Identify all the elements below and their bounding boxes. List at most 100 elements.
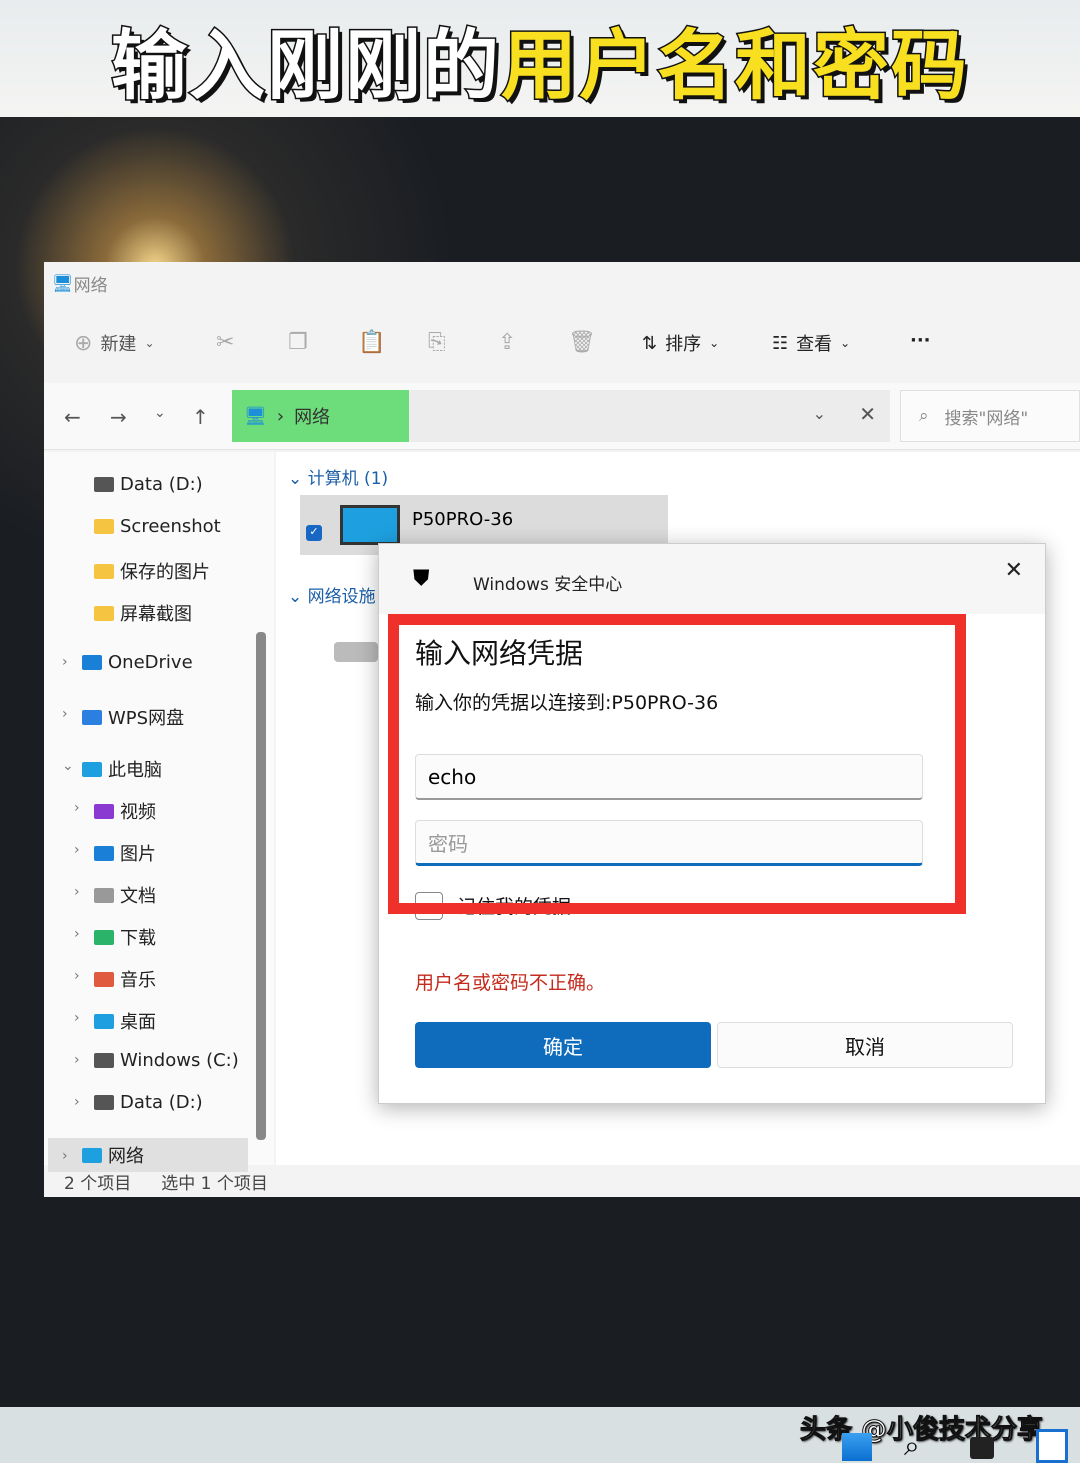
folder-icon — [82, 761, 102, 777]
address-row: ← → ⌄ ↑ 🖥 › 网络 ⌄ ✕ ⌕ 搜索"网络" — [44, 383, 1080, 450]
cut-icon[interactable]: ✂ — [216, 330, 234, 355]
folder-icon — [94, 605, 114, 621]
sidebar-item[interactable]: WPS网盘 — [82, 704, 184, 730]
sidebar-item[interactable]: Data (D:) — [94, 474, 203, 495]
sidebar-item[interactable]: 此电脑 — [82, 756, 162, 782]
back-icon[interactable]: ← — [64, 405, 81, 429]
task-view-icon[interactable] — [970, 1437, 994, 1459]
cancel-button[interactable]: 取消 — [717, 1022, 1013, 1068]
start-icon[interactable] — [842, 1433, 872, 1461]
sidebar-item[interactable]: 屏幕截图 — [94, 600, 192, 626]
watermark: 头条 @小俊技术分享 — [799, 1415, 1044, 1446]
view-icon: ☷ — [772, 332, 789, 354]
folder-icon — [94, 803, 114, 819]
new-button[interactable]: ⊕ 新建 ⌄ — [74, 330, 155, 356]
sidebar-item-label: Data (D:) — [120, 474, 203, 495]
share-icon[interactable]: ⇪ — [498, 330, 516, 355]
sidebar-item-label: Data (D:) — [120, 1092, 203, 1113]
copy-icon[interactable]: ❐ — [288, 330, 308, 355]
folder-icon — [94, 1053, 114, 1068]
sidebar-item-label: 下载 — [120, 928, 156, 949]
credentials-dialog: ⛊ Windows 安全中心 ✕ 输入网络凭据 输入你的凭据以连接到:P50PR… — [378, 543, 1046, 1104]
folder-icon — [94, 477, 114, 492]
password-field[interactable]: 密码 — [415, 820, 923, 866]
remember-checkbox[interactable] — [415, 892, 443, 920]
sidebar-item-label: 桌面 — [120, 1012, 156, 1033]
sidebar-item[interactable]: Windows (C:) — [94, 1050, 239, 1071]
ok-button[interactable]: 确定 — [415, 1022, 711, 1068]
address-bar[interactable]: 🖥 › 网络 ⌄ ✕ — [232, 390, 890, 442]
sidebar-item[interactable]: 保存的图片 — [94, 558, 210, 584]
title-bar: 🖥 网络 — [52, 273, 108, 297]
sidebar-item[interactable]: 音乐 — [94, 966, 156, 992]
expand-chevron-icon[interactable]: › — [62, 654, 68, 670]
sidebar-item-label: WPS网盘 — [108, 708, 185, 729]
recent-chevron-icon[interactable]: ⌄ — [154, 405, 166, 421]
forward-icon[interactable]: → — [110, 405, 127, 429]
widgets-icon[interactable] — [1036, 1429, 1068, 1463]
sidebar-item-label: 此电脑 — [108, 760, 162, 781]
paste-icon[interactable]: 📋 — [358, 330, 385, 355]
dialog-subtitle: 输入你的凭据以连接到:P50PRO-36 — [415, 692, 719, 714]
rename-icon[interactable]: ⎘ — [428, 330, 446, 355]
title-banner: 输入刚刚的 用户名和密码 — [0, 0, 1080, 117]
expand-chevron-icon[interactable]: › — [74, 1052, 80, 1068]
sidebar-item-label: 屏幕截图 — [120, 604, 192, 625]
network-icon: 🖥 — [52, 273, 74, 294]
expand-chevron-icon[interactable]: › — [74, 884, 80, 900]
sidebar-item[interactable]: 视频 — [94, 798, 156, 824]
expand-chevron-icon[interactable]: › — [74, 800, 80, 816]
expand-chevron-icon[interactable]: › — [74, 1094, 80, 1110]
search-icon[interactable]: ⌕ — [904, 1429, 920, 1463]
taskbar: 头条 @小俊技术分享 ⌕ — [0, 1407, 1080, 1463]
chevron-down-icon[interactable]: ⌄ — [813, 404, 826, 423]
expand-chevron-icon[interactable]: › — [74, 968, 80, 984]
folder-icon — [94, 1095, 114, 1110]
sidebar-item[interactable]: Data (D:) — [94, 1092, 203, 1113]
close-icon[interactable]: ✕ — [859, 402, 876, 426]
error-message: 用户名或密码不正确。 — [415, 972, 606, 994]
sidebar-item-label: OneDrive — [108, 652, 193, 673]
expand-chevron-icon[interactable]: › — [74, 1010, 80, 1026]
sidebar-item-label: 视频 — [120, 802, 156, 823]
folder-icon — [94, 971, 114, 987]
search-input[interactable]: ⌕ 搜索"网络" — [900, 390, 1080, 442]
sort-icon: ⇅ — [642, 332, 658, 354]
sidebar-item[interactable]: 图片 — [94, 840, 156, 866]
folder-icon — [82, 655, 102, 670]
view-button[interactable]: ☷ 查看 ⌄ — [772, 330, 850, 356]
status-bar: 2 个项目 选中 1 个项目 — [64, 1173, 268, 1194]
computer-icon — [340, 505, 400, 545]
dialog-heading: 输入网络凭据 — [415, 637, 584, 670]
sidebar-item[interactable]: 桌面 — [94, 1008, 156, 1034]
folder-icon — [82, 709, 102, 725]
shield-icon: ⛊ — [413, 566, 430, 591]
sort-button[interactable]: ⇅ 排序 ⌄ — [642, 330, 719, 356]
more-button[interactable]: ··· — [910, 330, 931, 351]
folder-icon — [94, 563, 114, 579]
expand-chevron-icon[interactable]: ⌄ — [62, 758, 74, 774]
folder-icon — [94, 887, 114, 903]
router-icon[interactable] — [334, 642, 378, 662]
sidebar-item[interactable]: 下载 — [94, 924, 156, 950]
group-header-network-infra[interactable]: ⌄ 网络设施 — [288, 582, 376, 607]
username-field[interactable]: echo — [415, 754, 923, 800]
sidebar-item[interactable]: 文档 — [94, 882, 156, 908]
expand-chevron-icon[interactable]: › — [74, 926, 80, 942]
up-icon[interactable]: ↑ — [192, 405, 209, 429]
expand-chevron-icon[interactable]: › — [74, 842, 80, 858]
sidebar-item-label: Screenshot — [120, 516, 221, 537]
remember-label: 记住我的凭据 — [457, 896, 572, 918]
close-icon[interactable]: ✕ — [1005, 558, 1023, 583]
network-icon: 🖥 — [244, 405, 267, 427]
expand-chevron-icon[interactable]: › — [62, 1148, 68, 1164]
group-header-computer[interactable]: ⌄ 计算机 (1) — [288, 464, 388, 489]
sidebar-item[interactable]: OneDrive — [82, 652, 193, 673]
folder-icon — [94, 1013, 114, 1029]
scrollbar[interactable] — [256, 632, 266, 1140]
search-icon: ⌕ — [919, 406, 929, 426]
delete-icon[interactable]: 🗑 — [568, 330, 596, 355]
sidebar-item[interactable]: Screenshot — [94, 516, 221, 537]
expand-chevron-icon[interactable]: › — [62, 706, 68, 722]
checkbox[interactable]: ✓ — [306, 525, 322, 541]
